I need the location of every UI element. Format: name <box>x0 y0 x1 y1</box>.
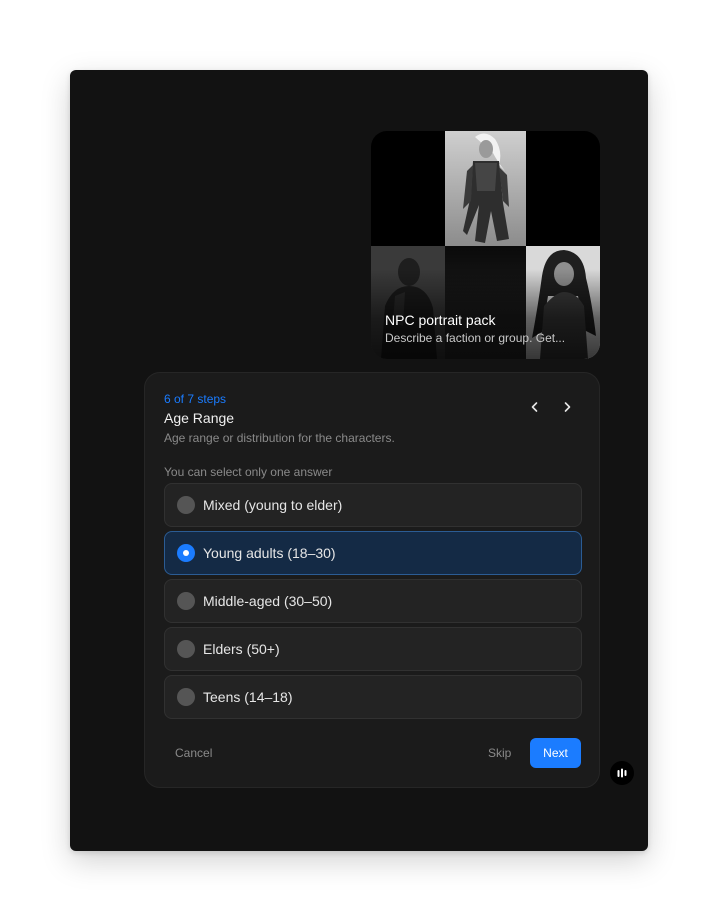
option-label: Elders (50+) <box>203 641 280 657</box>
cancel-button[interactable]: Cancel <box>175 746 212 760</box>
selection-hint: You can select only one answer <box>164 465 333 479</box>
next-step-arrow-button[interactable] <box>556 396 578 418</box>
step-indicator: 6 of 7 steps <box>164 392 227 406</box>
assistant-button[interactable] <box>610 761 634 785</box>
chevron-left-icon <box>531 402 538 412</box>
radio-button-selected[interactable] <box>177 544 195 562</box>
option-young-adults[interactable]: Young adults (18–30) <box>164 531 582 575</box>
radio-button[interactable] <box>177 640 195 658</box>
card-description: Describe a faction or group. Get... <box>385 331 566 345</box>
portrait-pack-card[interactable]: NPC portrait pack Describe a faction or … <box>371 131 600 359</box>
previous-step-button[interactable] <box>524 396 546 418</box>
question-panel: 6 of 7 steps Age Range Age range or dist… <box>144 372 600 788</box>
option-teens[interactable]: Teens (14–18) <box>164 675 582 719</box>
option-mixed[interactable]: Mixed (young to elder) <box>164 483 582 527</box>
radio-button[interactable] <box>177 592 195 610</box>
option-label: Teens (14–18) <box>203 689 293 705</box>
question-title: Age Range <box>164 410 235 426</box>
radio-button[interactable] <box>177 688 195 706</box>
audio-bars-icon <box>617 768 627 778</box>
option-label: Middle-aged (30–50) <box>203 593 333 609</box>
card-title: NPC portrait pack <box>385 312 496 328</box>
chevron-right-icon <box>564 402 571 412</box>
option-label: Mixed (young to elder) <box>203 497 343 513</box>
option-label: Young adults (18–30) <box>203 545 336 561</box>
app-window: NPC portrait pack Describe a faction or … <box>70 70 648 851</box>
radio-button[interactable] <box>177 496 195 514</box>
skip-button[interactable]: Skip <box>488 746 511 760</box>
next-button[interactable]: Next <box>530 738 581 768</box>
portrait-image-warrior <box>445 131 526 246</box>
option-middle-aged[interactable]: Middle-aged (30–50) <box>164 579 582 623</box>
question-description: Age range or distribution for the charac… <box>164 431 395 445</box>
answer-options: Mixed (young to elder) Young adults (18–… <box>164 483 582 723</box>
option-elders[interactable]: Elders (50+) <box>164 627 582 671</box>
